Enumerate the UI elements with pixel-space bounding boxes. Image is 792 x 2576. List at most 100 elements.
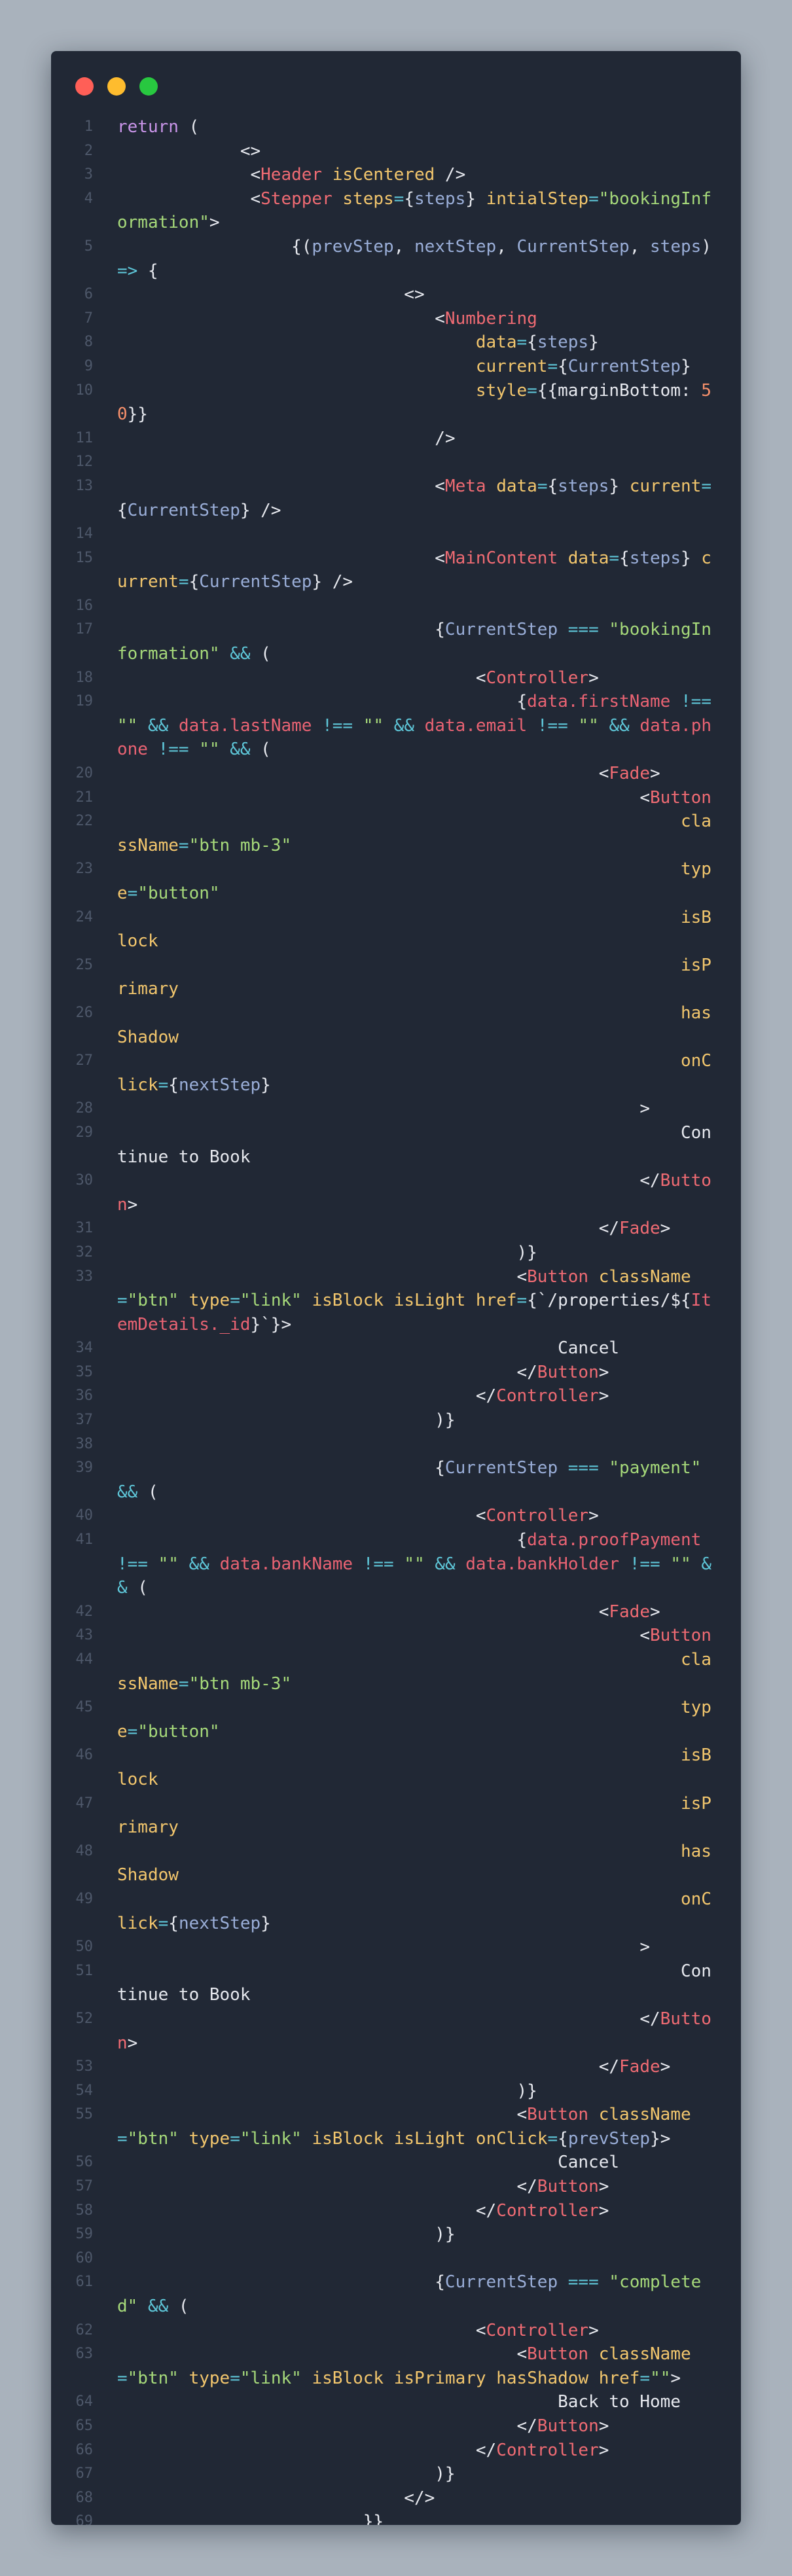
code-token: < (117, 1506, 486, 1526)
line-number: 24 (75, 908, 94, 925)
code-token: }} (117, 2512, 384, 2525)
code-token: CurrentStep (444, 2272, 558, 2293)
code-token: </ (117, 2200, 497, 2221)
code-line: 8 data={steps} (51, 331, 741, 355)
code-line: 61 {CurrentStep === "completed" && ( (51, 2270, 741, 2318)
code-token: Back to Home (117, 2392, 681, 2412)
code-token: = (117, 2368, 128, 2388)
line-number: 37 (75, 1412, 94, 1429)
code-token: { (558, 2128, 568, 2149)
code-text: current={CurrentStep} (117, 355, 714, 379)
line-number: 4 (84, 190, 93, 207)
code-token: /> (435, 165, 466, 185)
code-line: 47 isPrimary (51, 1792, 741, 1840)
code-text: isPrimary (117, 954, 714, 1001)
line-number: 33 (75, 1268, 94, 1285)
line-number: 31 (75, 1220, 94, 1237)
code-token: prevStep (312, 236, 394, 257)
code-token: { (137, 260, 158, 281)
code-token: nextStep (178, 1913, 261, 1933)
code-token: , (496, 236, 517, 257)
code-token: Cancel (117, 1338, 620, 1359)
code-text: </> (117, 2486, 714, 2511)
line-number: 1 (84, 118, 93, 135)
code-token: { (527, 332, 537, 353)
code-line: 38 (51, 1433, 741, 1457)
code-token: > (650, 1601, 660, 1622)
code-token: CurrentStep (444, 1458, 558, 1478)
line-number: 20 (75, 765, 94, 782)
code-line: 12 (51, 450, 741, 474)
line-number: 7 (84, 310, 93, 327)
code-token: Fade (609, 1601, 650, 1622)
code-token: } (465, 188, 486, 209)
line-number: 52 (75, 2010, 94, 2027)
code-text: > (117, 1935, 714, 1959)
line-number: 22 (75, 813, 94, 830)
code-token: </ (117, 1386, 497, 1406)
line-number: 62 (75, 2321, 94, 2338)
code-line: 40 <Controller> (51, 1504, 741, 1528)
line-number: 12 (75, 454, 94, 471)
code-token: < (117, 1266, 528, 1287)
code-text: Cancel (117, 2151, 714, 2175)
line-number: 41 (75, 1531, 94, 1548)
code-token: isLight (393, 2128, 466, 2149)
code-text: Continue to Book (117, 1121, 714, 1169)
code-token: CurrentStep (567, 356, 681, 376)
line-number: 58 (75, 2202, 94, 2219)
line-number: 18 (75, 669, 94, 686)
line-number: 60 (75, 2249, 94, 2266)
code-token: = (393, 188, 405, 209)
line-number: 45 (75, 1699, 94, 1716)
close-window-button[interactable] (75, 77, 94, 96)
code-token: Cancel (117, 2153, 620, 2173)
code-line: 57 </Button> (51, 2175, 741, 2199)
code-line: 16 (51, 594, 741, 618)
code-line: 5 {(prevStep, nextStep, CurrentStep, ste… (51, 235, 741, 283)
code-token: isLight (393, 1291, 466, 1311)
code-text: {CurrentStep === "completed" && ( (117, 2270, 714, 2318)
code-token: && (147, 715, 169, 736)
code-text: /> (117, 427, 714, 451)
code-line: 69 }} (51, 2510, 741, 2525)
line-number: 2 (84, 142, 93, 159)
code-token: < (117, 165, 261, 185)
code-token: < (117, 764, 609, 784)
code-text: {data.firstName !== "" && data.lastName … (117, 690, 714, 762)
code-token: </ (117, 2177, 537, 2197)
maximize-window-button[interactable] (139, 77, 158, 96)
code-token: Button (527, 2344, 589, 2365)
line-number: 6 (84, 286, 93, 303)
code-text: {CurrentStep === "bookingInformation" &&… (117, 618, 714, 666)
code-text: onClick={nextStep} (117, 1887, 714, 1935)
code-text: {(prevStep, nextStep, CurrentStep, steps… (117, 235, 714, 283)
code-text: <Button className="btn" type="link" isBl… (117, 2103, 714, 2151)
code-token: Fade (619, 2057, 660, 2077)
code-token: Fade (609, 764, 650, 784)
code-token: && (435, 1554, 456, 1574)
code-token: < (117, 668, 486, 688)
minimize-window-button[interactable] (107, 77, 126, 96)
code-token: "link" (240, 2368, 302, 2388)
code-token: prevStep (567, 2128, 651, 2149)
code-token: ( (250, 740, 271, 760)
code-token: )} (117, 1410, 456, 1431)
code-token: "" (363, 715, 384, 736)
code-line: 53 </Fade> (51, 2055, 741, 2079)
line-number: 68 (75, 2489, 94, 2506)
code-token: <> (117, 141, 261, 161)
code-token: Button (649, 787, 711, 808)
